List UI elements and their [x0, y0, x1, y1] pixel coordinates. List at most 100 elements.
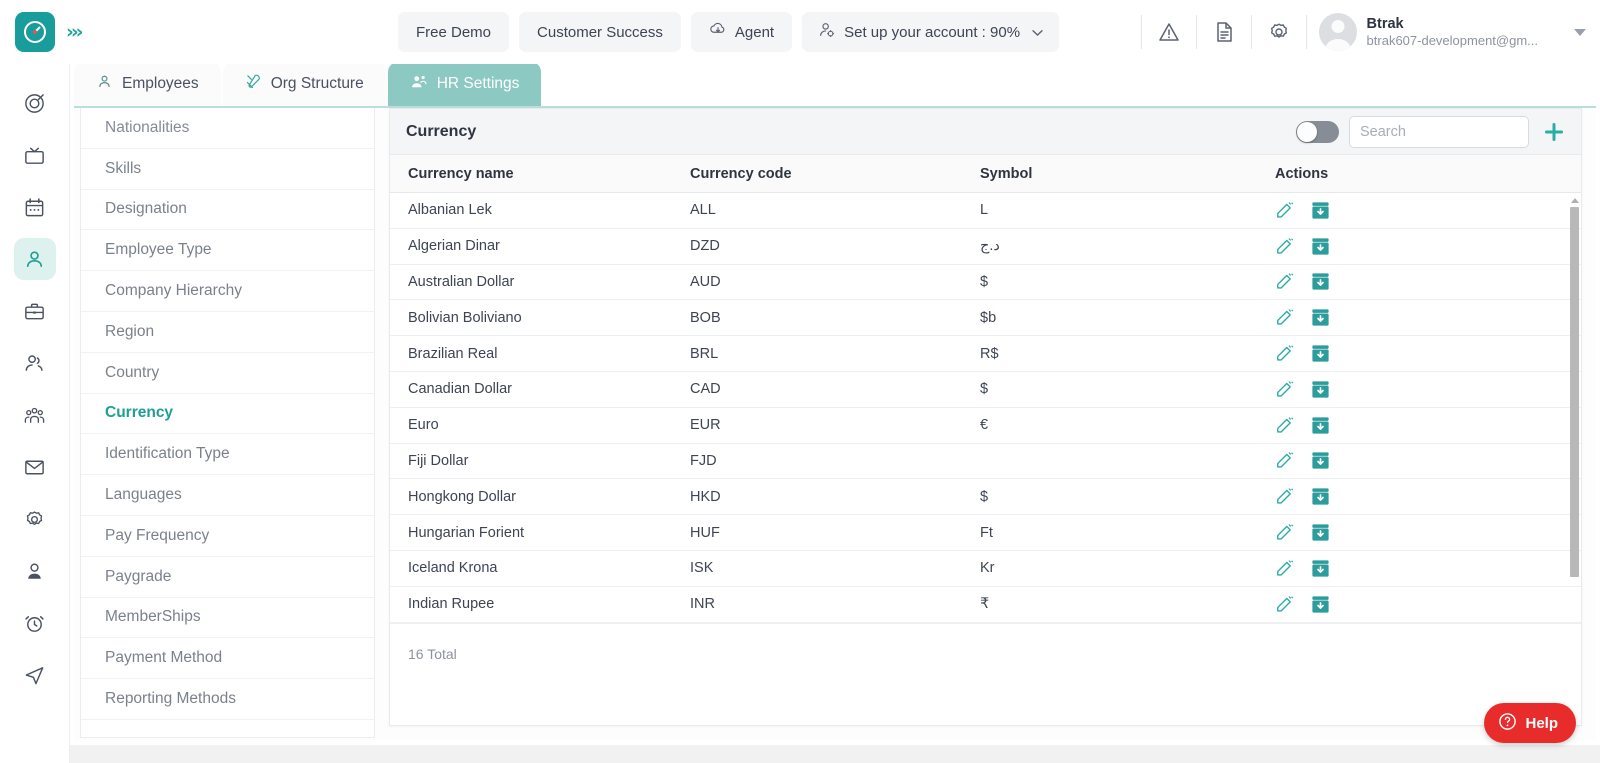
main-shell: Nationalities Skills Designation Employe…	[74, 106, 1596, 740]
agent-button[interactable]: Agent	[690, 12, 793, 52]
tab-hr-settings[interactable]: HR Settings	[387, 62, 542, 106]
sidebar-item-country[interactable]: Country	[81, 353, 374, 394]
tab-org-structure-label: Org Structure	[270, 75, 364, 92]
topbar-actions: Free Demo Customer Success Agent Set up …	[321, 12, 1137, 52]
edit-icon[interactable]	[1275, 523, 1294, 542]
cell-actions	[1275, 343, 1581, 364]
top-bar: ››› Free Demo Customer Success Agent Set…	[0, 0, 1600, 64]
gear-icon[interactable]	[1256, 9, 1302, 55]
cell-currency-code: INR	[690, 596, 715, 613]
table-row: Hungarian Forient HUF Ft	[390, 515, 1581, 551]
sidebar-item-pay-frequency[interactable]: Pay Frequency	[81, 516, 374, 557]
help-label: Help	[1525, 714, 1558, 732]
archive-icon[interactable]	[1310, 307, 1331, 328]
sidebar-rail-send-icon[interactable]	[14, 654, 56, 696]
sidebar-item-currency[interactable]: Currency	[81, 394, 374, 435]
archive-icon[interactable]	[1310, 236, 1331, 257]
tab-employees[interactable]: Employees	[74, 62, 221, 106]
sidebar-item-nationalities[interactable]: Nationalities	[81, 108, 374, 149]
cell-currency-code: HUF	[690, 524, 720, 541]
edit-icon[interactable]	[1275, 344, 1294, 363]
chevron-down-icon[interactable]	[1574, 28, 1586, 36]
sidebar-item-label: Languages	[105, 486, 182, 504]
cell-currency-name: Canadian Dollar	[408, 381, 512, 398]
add-currency-button[interactable]	[1539, 117, 1569, 147]
sidebar-rail-person-icon[interactable]	[13, 238, 56, 280]
cell-currency-name: Fiji Dollar	[408, 452, 469, 469]
divider	[1305, 15, 1307, 49]
sidebar-rail-briefcase-icon[interactable]	[14, 290, 56, 332]
archive-icon[interactable]	[1310, 200, 1331, 221]
sidebar-rail-users-icon[interactable]	[14, 342, 56, 384]
column-header-symbol: Symbol	[980, 165, 1033, 182]
archive-icon[interactable]	[1310, 379, 1331, 400]
user-menu[interactable]: Btrak btrak607-development@gm...	[1311, 13, 1586, 51]
archive-icon[interactable]	[1310, 558, 1331, 579]
help-button[interactable]: Help	[1484, 703, 1576, 743]
edit-icon[interactable]	[1275, 237, 1294, 256]
table-row: Brazilian Real BRL R$	[390, 336, 1581, 372]
sidebar-rail-profile-icon[interactable]	[14, 550, 56, 592]
sidebar-rail-settings-icon[interactable]	[14, 498, 56, 540]
sidebar-rail-tv-icon[interactable]	[14, 134, 56, 176]
cell-currency-code: BOB	[690, 309, 721, 326]
sidebar-item-region[interactable]: Region	[81, 312, 374, 353]
collapse-chevrons-icon[interactable]: ›››	[66, 21, 83, 43]
archived-toggle[interactable]	[1296, 120, 1339, 143]
sidebar-rail-target-icon[interactable]	[14, 82, 56, 124]
cell-currency-name: Hungarian Forient	[408, 524, 525, 541]
app-logo[interactable]	[0, 0, 70, 64]
archive-icon[interactable]	[1310, 594, 1331, 615]
edit-icon[interactable]	[1275, 595, 1294, 614]
archive-icon[interactable]	[1310, 271, 1331, 292]
cell-symbol: L	[980, 202, 989, 219]
sidebar-item-languages[interactable]: Languages	[81, 475, 374, 516]
archive-icon[interactable]	[1310, 486, 1331, 507]
edit-icon[interactable]	[1275, 559, 1294, 578]
archive-icon[interactable]	[1310, 450, 1331, 471]
warning-icon[interactable]	[1146, 9, 1192, 55]
sidebar-item-reporting-methods[interactable]: Reporting Methods	[81, 679, 374, 720]
cell-actions	[1275, 415, 1581, 436]
search-input[interactable]	[1349, 115, 1529, 148]
edit-icon[interactable]	[1275, 308, 1294, 327]
edit-icon[interactable]	[1275, 201, 1294, 220]
topbar-right: Btrak btrak607-development@gm...	[1137, 9, 1600, 55]
scrollbar-thumb[interactable]	[1570, 207, 1579, 577]
archive-icon[interactable]	[1310, 343, 1331, 364]
customer-success-button[interactable]: Customer Success	[519, 12, 681, 52]
cell-currency-name: Albanian Lek	[408, 202, 492, 219]
sidebar-rail-alarm-icon[interactable]	[14, 602, 56, 644]
sidebar-item-designation[interactable]: Designation	[81, 190, 374, 231]
sidebar-item-label: Company Hierarchy	[105, 282, 242, 300]
free-demo-button[interactable]: Free Demo	[397, 12, 510, 52]
tab-org-structure[interactable]: Org Structure	[222, 62, 386, 106]
scroll-up-arrow-icon[interactable]	[1570, 195, 1579, 205]
document-icon[interactable]	[1201, 9, 1247, 55]
sidebar-item-payment-method[interactable]: Payment Method	[81, 638, 374, 680]
edit-icon[interactable]	[1275, 272, 1294, 291]
sidebar-rail-calendar-icon[interactable]	[14, 186, 56, 228]
table-row: Australian Dollar AUD $	[390, 265, 1581, 301]
sidebar-item-memberships[interactable]: MemberShips	[81, 598, 374, 639]
sidebar-item-label: Pay Frequency	[105, 526, 210, 544]
edit-icon[interactable]	[1275, 487, 1294, 506]
sidebar-item-identification-type[interactable]: Identification Type	[81, 434, 374, 476]
archive-icon[interactable]	[1310, 415, 1331, 436]
archive-icon[interactable]	[1310, 522, 1331, 543]
sidebar-item-label: Paygrade	[105, 567, 172, 585]
edit-icon[interactable]	[1275, 416, 1294, 435]
edit-icon[interactable]	[1275, 451, 1294, 470]
table-footer: 16 Total	[390, 622, 1581, 719]
table-scrollbar[interactable]	[1570, 195, 1579, 585]
sidebar-rail-mail-icon[interactable]	[14, 446, 56, 488]
sidebar-item-skills[interactable]: Skills	[81, 149, 374, 190]
sidebar-item-employee-type[interactable]: Employee Type	[81, 230, 374, 272]
cell-currency-name: Brazilian Real	[408, 345, 498, 362]
sidebar-rail-team-icon[interactable]	[14, 394, 56, 436]
setup-account-button[interactable]: Set up your account : 90%	[802, 12, 1060, 52]
sidebar-item-paygrade[interactable]: Paygrade	[81, 557, 374, 598]
sidebar-item-label: Reporting Methods	[105, 690, 236, 708]
sidebar-item-company-hierarchy[interactable]: Company Hierarchy	[81, 271, 374, 312]
edit-icon[interactable]	[1275, 380, 1294, 399]
